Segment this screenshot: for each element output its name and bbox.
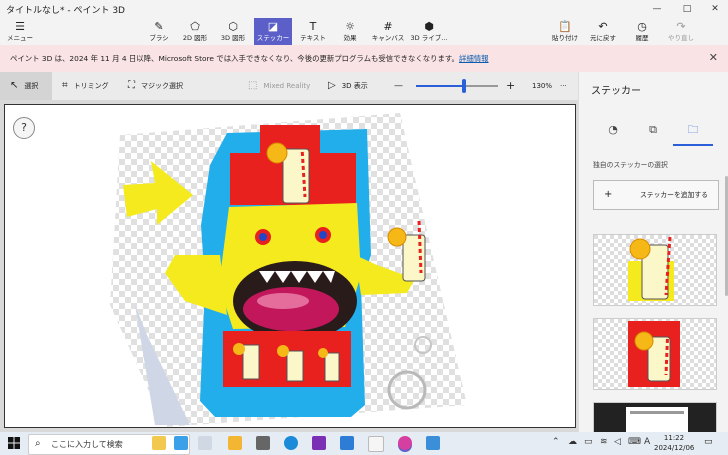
tool-3d-library[interactable]: ⬢ 3D ライブ... <box>410 18 448 45</box>
notice-text: ペイント 3D は、2024 年 11 月 4 日以降、Microsoft St… <box>10 54 459 63</box>
zoom-slider[interactable] <box>416 79 498 93</box>
sticker-thumbnail[interactable] <box>593 234 717 306</box>
tab-stickers-icon[interactable]: ◔ <box>593 116 633 144</box>
tool-2d-shapes[interactable]: ⬠ 2D 図形 <box>178 18 212 45</box>
taskbar-clock[interactable]: 11:22 2024/12/06 <box>654 433 694 453</box>
zoom-slider-thumb[interactable] <box>461 79 466 93</box>
input-indicator[interactable]: A <box>644 437 650 447</box>
onenote-icon[interactable] <box>312 436 326 450</box>
more-options-button[interactable]: ··· <box>560 72 567 100</box>
redo-button[interactable]: ↷ やり直し <box>666 18 696 45</box>
magic-select-button[interactable]: ⛶ マジック選択 <box>128 72 183 100</box>
windows-start-icon[interactable] <box>8 437 20 449</box>
select-button[interactable]: ↖ 選択 <box>0 72 52 100</box>
tab-custom-folder-icon[interactable]: 🗀 <box>673 116 713 146</box>
deprecation-notice: ペイント 3D は、2024 年 11 月 4 日以降、Microsoft St… <box>0 45 728 72</box>
workspace: ? <box>0 100 578 432</box>
history-button[interactable]: ◷ 履歴 <box>628 18 656 45</box>
3d-cube-icon: ⬡ <box>228 20 238 33</box>
wifi-icon[interactable]: ≋ <box>600 437 608 447</box>
camera-icon[interactable] <box>256 436 270 450</box>
hamburger-icon: ☰ <box>15 20 25 33</box>
3d-view-icon: ▷ <box>328 80 336 91</box>
mixed-reality-button[interactable]: ⬚ Mixed Reality <box>248 72 310 100</box>
effects-sun-icon: ☼ <box>345 20 355 33</box>
crop-icon: ⌗ <box>62 80 68 91</box>
sticker-thumb-image <box>594 403 716 433</box>
cloud-icon[interactable]: ☁ <box>568 437 577 447</box>
clock-date: 2024/12/06 <box>654 444 695 452</box>
sticker-thumb-image <box>594 319 716 389</box>
sticker-thumb-image <box>594 235 716 305</box>
sticker-thumbnail[interactable] <box>593 318 717 390</box>
tool-effects[interactable]: ☼ 効果 <box>336 18 364 45</box>
2d-shapes-icon: ⬠ <box>190 20 200 33</box>
search-icon: ⌕ <box>35 438 41 449</box>
zoom-percent: 130% <box>532 82 553 90</box>
menu-button[interactable]: ☰ メニュー <box>6 18 34 45</box>
window-title: タイトルなし* - ペイント 3D <box>6 6 125 16</box>
keyboard-icon[interactable]: ⌨ <box>628 437 641 447</box>
teams-icon[interactable] <box>174 436 188 450</box>
3d-library-icon: ⬢ <box>424 20 434 33</box>
file-explorer-icon[interactable] <box>228 436 242 450</box>
undo-icon: ↶ <box>598 20 608 33</box>
ribbon: ☰ メニュー ✎ ブラシ ⬠ 2D 図形 ⬡ 3D 図形 ◪ ステッカー T テ… <box>0 18 728 45</box>
canvas-grid-icon: # <box>383 20 393 33</box>
plus-icon: + <box>604 189 613 200</box>
notepad-icon[interactable] <box>368 436 384 452</box>
close-button[interactable]: ✕ <box>704 2 726 16</box>
magic-select-icon: ⛶ <box>128 80 135 91</box>
sticker-artwork <box>110 113 467 427</box>
pointer-icon: ↖ <box>10 80 19 91</box>
notice-close-icon[interactable]: ✕ <box>709 51 718 64</box>
network-icon[interactable]: ▭ <box>584 437 593 447</box>
help-button[interactable]: ? <box>13 117 35 139</box>
crop-button[interactable]: ⌗ トリミング <box>62 72 109 100</box>
history-clock-icon: ◷ <box>637 20 647 33</box>
tool-canvas[interactable]: # キャンバス <box>370 18 406 45</box>
zoom-out-button[interactable]: — <box>394 72 403 100</box>
chevron-up-icon[interactable]: ⌃ <box>552 437 560 447</box>
store-icon[interactable] <box>340 436 354 450</box>
clipboard-icon: 📋 <box>558 20 572 33</box>
task-view-icon[interactable] <box>198 436 212 450</box>
title-bar: タイトルなし* - ペイント 3D — □ ✕ <box>0 0 728 18</box>
zoom-in-button[interactable]: + <box>506 72 515 100</box>
tab-textures-icon[interactable]: ⧉ <box>633 116 673 144</box>
volume-icon[interactable]: ◁ <box>614 437 621 447</box>
sticker-thumbnail[interactable] <box>593 402 717 434</box>
mixed-reality-icon: ⬚ <box>248 80 258 91</box>
3d-view-button[interactable]: ▷ 3D 表示 <box>328 72 368 100</box>
paste-button[interactable]: 📋 貼り付け <box>550 18 580 45</box>
sticker-panel: ステッカー ◔ ⧉ 🗀 独自のステッカーの選択 + ステッカーを追加する <box>578 72 728 434</box>
photos-icon[interactable] <box>426 436 440 450</box>
paint-3d-icon[interactable] <box>398 436 412 450</box>
redo-icon: ↷ <box>676 20 686 33</box>
clock-time: 11:22 <box>663 434 685 442</box>
panel-title: ステッカー <box>591 86 641 97</box>
tool-stickers[interactable]: ◪ ステッカー <box>254 18 292 45</box>
undo-button[interactable]: ↶ 元に戻す <box>588 18 618 45</box>
notice-learn-more-link[interactable]: 詳細情報 <box>459 54 489 63</box>
tool-text[interactable]: T テキスト <box>298 18 328 45</box>
windows-taskbar: ⌕ ここに入力して検索 ⌃ ☁ ▭ ≋ ◁ ⌨ A 11:22 2024/12/… <box>0 432 728 455</box>
canvas-toolbar: ↖ 選択 ⌗ トリミング ⛶ マジック選択 ⬚ Mixed Reality ▷ 3D 表示… <box>0 72 578 100</box>
widget-icon[interactable] <box>152 436 166 450</box>
add-sticker-button[interactable]: + ステッカーを追加する <box>593 180 719 210</box>
brush-icon: ✎ <box>154 20 164 33</box>
maximize-button[interactable]: □ <box>676 2 698 16</box>
drawing-canvas[interactable]: ? <box>4 104 576 428</box>
notification-icon[interactable]: ▭ <box>704 437 713 447</box>
sticker-icon: ◪ <box>267 20 279 33</box>
panel-subtitle: 独自のステッカーの選択 <box>593 161 668 169</box>
zoom-slider-fill <box>416 85 464 87</box>
minimize-button[interactable]: — <box>646 2 668 16</box>
tool-3d-shapes[interactable]: ⬡ 3D 図形 <box>216 18 250 45</box>
edge-browser-icon[interactable] <box>284 436 298 450</box>
text-icon: T <box>309 20 317 33</box>
tool-brushes[interactable]: ✎ ブラシ <box>144 18 174 45</box>
